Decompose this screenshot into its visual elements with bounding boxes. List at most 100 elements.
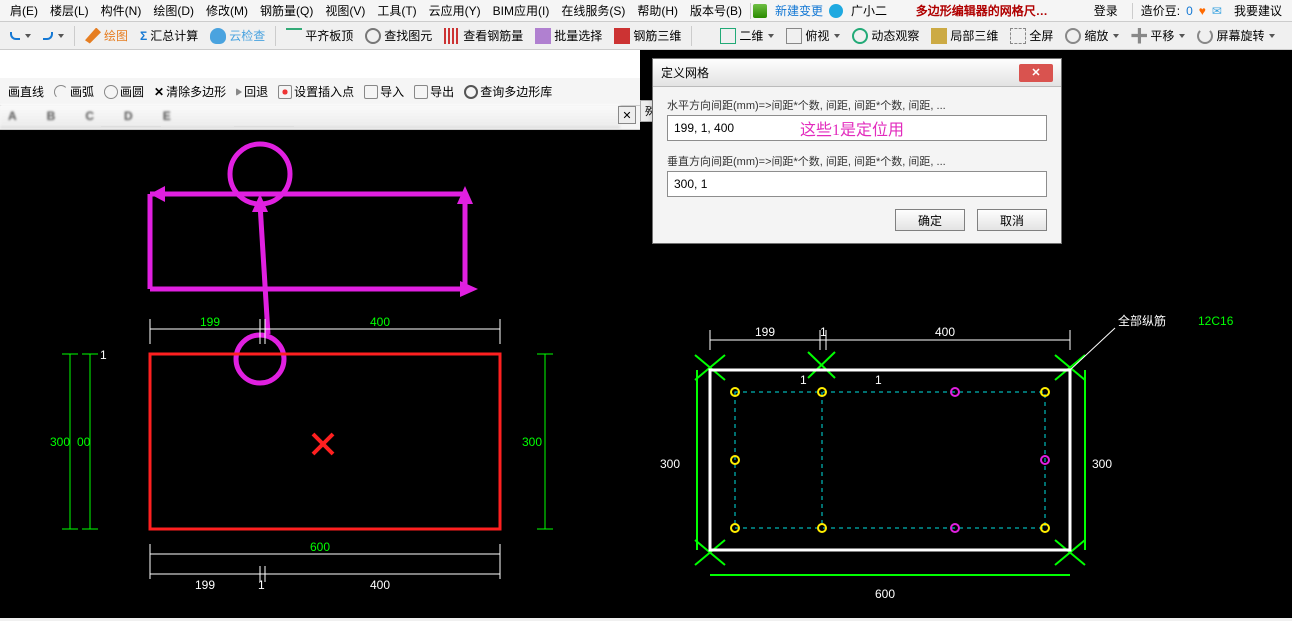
draw-circle-button[interactable]: 画圆 [100, 81, 148, 102]
undo-icon [10, 32, 20, 40]
undo-step-button[interactable]: 回退 [232, 81, 272, 102]
export-icon [414, 85, 428, 99]
suggest-link[interactable]: 我要建议 [1228, 2, 1288, 19]
ok-button[interactable]: 确定 [895, 209, 965, 231]
rebar-value: 12C16 [1198, 314, 1234, 328]
dim-1-top: 1 [100, 348, 107, 362]
dim-600: 600 [310, 540, 330, 554]
query-lib-button[interactable]: 查询多边形库 [460, 81, 556, 102]
rdim-600: 600 [875, 587, 895, 601]
dim-300a: 300 [50, 435, 70, 449]
rdim-i1a: 1 [800, 373, 807, 387]
right-canvas[interactable]: 殊布筋 定义网格 ✕ 水平方向间距(mm)=>间距*个数, 间距, 间距*个数,… [640, 50, 1292, 618]
import-button[interactable]: 导入 [360, 81, 408, 102]
zoom-button[interactable]: 缩放 [1059, 25, 1125, 46]
dim-b400: 400 [370, 578, 390, 592]
local-3d-button[interactable]: 局部三维 [925, 25, 1004, 46]
pan-button[interactable]: 平移 [1125, 25, 1191, 46]
editor-toolbar: 画直线 画弧 画圆 ✕ 清除多边形 回退 设置插入点 导入 导出 查询多边形库 [0, 78, 640, 106]
find-icon [365, 28, 381, 44]
menu-e[interactable]: 肩(E) [4, 2, 44, 19]
rdim-199: 199 [755, 325, 775, 339]
v-spacing-input[interactable] [674, 177, 1040, 191]
screen-rotate-button[interactable]: 屏幕旋转 [1191, 25, 1281, 46]
hint-text: 多边形编辑器的网格尺… [916, 2, 1048, 19]
anchor-icon [278, 85, 292, 99]
local3d-icon [931, 28, 947, 44]
left-canvas[interactable]: 199 400 1 300 00 300 [0, 130, 640, 618]
cloud-icon [210, 28, 226, 44]
toolbar-row: 绘图 Σ 汇总计算 云检查 平齐板顶 查找图元 查看钢筋量 批量选择 钢筋三维 … [0, 22, 1292, 50]
zoom-icon [1065, 28, 1081, 44]
circle-icon [104, 85, 118, 99]
dim-199: 199 [200, 315, 220, 329]
points-value: 0 [1186, 4, 1193, 18]
menu-rebar[interactable]: 钢筋量(Q) [254, 2, 319, 19]
chat-icon[interactable]: ✉ [1212, 4, 1222, 18]
view2d-icon [720, 28, 736, 44]
full-icon [1010, 28, 1026, 44]
dim-300r: 300 [522, 435, 542, 449]
heart-icon[interactable]: ♥ [1199, 4, 1206, 18]
clear-polygon-button[interactable]: ✕ 清除多边形 [150, 81, 230, 102]
new-change-button[interactable]: 新建变更 [769, 2, 829, 19]
menu-component[interactable]: 构件(N) [95, 2, 148, 19]
rdim-300r: 300 [1092, 457, 1112, 471]
dim-300b: 00 [77, 435, 91, 449]
h-spacing-note: 这些1是定位用 [800, 116, 904, 140]
find-elem-button[interactable]: 查找图元 [359, 25, 438, 46]
menu-view[interactable]: 视图(V) [319, 2, 371, 19]
h-spacing-label: 水平方向间距(mm)=>间距*个数, 间距, 间距*个数, 间距, ... [667, 97, 1047, 113]
cloud-check-button[interactable]: 云检查 [204, 25, 271, 46]
menu-draw[interactable]: 绘图(D) [147, 2, 200, 19]
flat-slab-button[interactable]: 平齐板顶 [280, 25, 359, 46]
cancel-button[interactable]: 取消 [977, 209, 1047, 231]
menu-help[interactable]: 帮助(H) [631, 2, 684, 19]
export-button[interactable]: 导出 [410, 81, 458, 102]
draw-arc-button[interactable]: 画弧 [50, 81, 98, 102]
undo-button[interactable] [4, 30, 37, 42]
login-link[interactable]: 登录 [1088, 2, 1124, 19]
rdim-i1b: 1 [875, 373, 882, 387]
orbit-icon [852, 28, 868, 44]
menu-version[interactable]: 版本号(B) [684, 2, 748, 19]
menu-online[interactable]: 在线服务(S) [555, 2, 631, 19]
dynamic-view-button[interactable]: 动态观察 [846, 25, 925, 46]
rebar-label: 全部纵筋 [1118, 313, 1166, 328]
h-spacing-input[interactable] [674, 121, 764, 135]
perspective-button[interactable]: 俯视 [780, 25, 846, 46]
sum-button[interactable]: Σ 汇总计算 [134, 25, 204, 46]
redo-icon [43, 32, 53, 40]
menu-floor[interactable]: 楼层(L) [44, 2, 95, 19]
menu-tools[interactable]: 工具(T) [371, 2, 422, 19]
set-insert-button[interactable]: 设置插入点 [274, 81, 358, 102]
redo-button[interactable] [37, 30, 70, 42]
draw-mode-button[interactable]: 绘图 [79, 25, 134, 46]
rebar-3d-button[interactable]: 钢筋三维 [608, 25, 687, 46]
view-rebar-button[interactable]: 查看钢筋量 [438, 25, 529, 46]
batch-icon [535, 28, 551, 44]
dim-b1: 1 [258, 578, 265, 592]
batch-select-button[interactable]: 批量选择 [529, 25, 608, 46]
pan-icon [1131, 28, 1147, 44]
agent-link[interactable]: 广小二 [845, 2, 893, 19]
close-editor-button[interactable]: ✕ [618, 106, 636, 124]
dialog-close-button[interactable]: ✕ [1019, 64, 1053, 82]
clear-icon: ✕ [154, 85, 164, 99]
menu-modify[interactable]: 修改(M) [200, 2, 254, 19]
menu-bim[interactable]: BIM应用(I) [487, 2, 556, 19]
points-label: 造价豆: [1141, 2, 1180, 19]
persp-icon [786, 28, 802, 44]
2d-button[interactable]: 二维 [714, 25, 780, 46]
back-icon [236, 88, 242, 96]
login-area: 登录 造价豆: 0 ♥ ✉ 我要建议 [1088, 2, 1288, 19]
pencil-icon [85, 28, 101, 44]
import-icon [364, 85, 378, 99]
section-outline [710, 370, 1070, 550]
draw-line-button[interactable]: 画直线 [4, 81, 48, 102]
fullscreen-button[interactable]: 全屏 [1004, 25, 1059, 46]
v-spacing-label: 垂直方向间距(mm)=>间距*个数, 间距, 间距*个数, 间距, ... [667, 153, 1047, 169]
define-grid-dialog: 定义网格 ✕ 水平方向间距(mm)=>间距*个数, 间距, 间距*个数, 间距,… [652, 58, 1062, 244]
menu-cloud[interactable]: 云应用(Y) [423, 2, 487, 19]
rdim-400: 400 [935, 325, 955, 339]
